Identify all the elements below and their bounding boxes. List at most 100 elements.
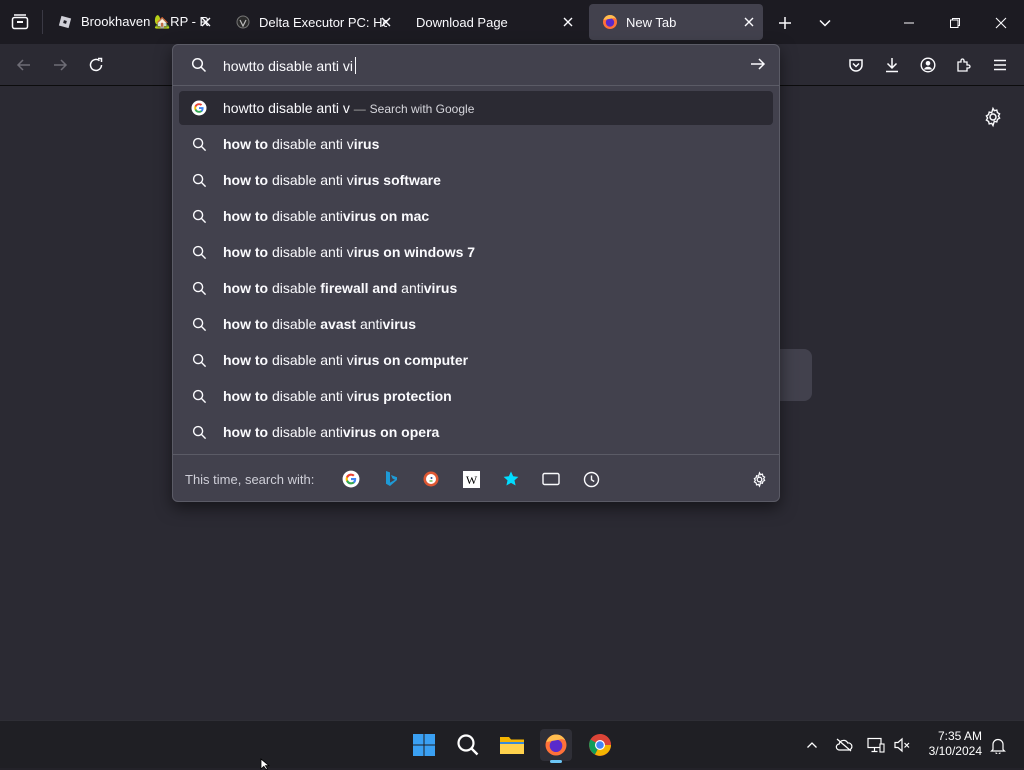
chrome-taskbar-button[interactable] xyxy=(584,729,616,761)
cloud-off-icon xyxy=(835,738,853,752)
suggestion-match-bold: how to xyxy=(223,316,269,332)
suggestion-match-bold: how to xyxy=(223,352,269,368)
suggestion-match-bold: virus on opera xyxy=(342,424,440,440)
duckduckgo-icon[interactable] xyxy=(422,470,440,488)
hamburger-menu-icon xyxy=(994,59,1006,71)
search-suggestion-heuristic[interactable]: howtto disable anti v — Search with Goog… xyxy=(179,91,773,125)
gear-icon xyxy=(985,106,1001,128)
bookmarks-star-icon[interactable] xyxy=(502,470,520,488)
new-tab-button[interactable] xyxy=(774,12,796,34)
suggestion-typed-part: anti xyxy=(397,280,424,296)
network-tray-icon[interactable] xyxy=(862,729,890,761)
roblox-icon xyxy=(57,14,73,30)
search-icon xyxy=(457,734,479,756)
show-hidden-icons-button[interactable] xyxy=(798,729,826,761)
suggestion-typed-part: disable anti v xyxy=(268,388,354,404)
urlbar xyxy=(173,45,779,85)
app-menu-button[interactable] xyxy=(988,53,1012,77)
suggestion-match-bold: virus xyxy=(423,280,458,296)
minimize-button[interactable] xyxy=(898,12,920,34)
search-suggestion[interactable]: how to disable anti virus xyxy=(179,127,773,161)
network-icon xyxy=(867,737,885,753)
tab-bar: Brookhaven 🏡RP - Roblox Delta Executor P… xyxy=(0,0,1024,44)
firefox-taskbar-button[interactable] xyxy=(540,729,572,763)
back-button[interactable] xyxy=(12,53,36,77)
windows-start-icon xyxy=(413,734,435,756)
puzzle-icon xyxy=(957,58,971,72)
firefox-icon xyxy=(602,14,618,30)
tab-new-tab[interactable]: New Tab xyxy=(589,4,763,40)
restore-icon xyxy=(950,18,960,28)
close-window-button[interactable] xyxy=(990,12,1012,34)
suggestion-match-bold: how to xyxy=(223,244,269,260)
search-icon xyxy=(191,208,207,224)
list-all-tabs-button[interactable] xyxy=(814,12,836,34)
firefox-icon xyxy=(545,734,567,756)
firefox-view-button[interactable] xyxy=(8,12,32,32)
tab-delta-executor[interactable]: Delta Executor PC: How to xyxy=(222,0,400,44)
pocket-button[interactable] xyxy=(844,53,868,77)
wikipedia-icon[interactable]: W xyxy=(462,470,480,488)
search-suggestion[interactable]: how to disable anti virus on windows 7 xyxy=(179,235,773,269)
search-icon xyxy=(191,388,207,404)
suggestion-typed-part: disable xyxy=(268,316,321,332)
search-icon xyxy=(191,136,207,152)
tab-download-page[interactable]: Download Page xyxy=(402,0,586,44)
search-suggestion[interactable]: how to disable antivirus on mac xyxy=(179,199,773,233)
suggestion-text: how to disable antivirus on opera xyxy=(223,424,439,440)
tabs-icon[interactable] xyxy=(542,470,560,488)
search-suggestion[interactable]: how to disable anti virus on computer xyxy=(179,343,773,377)
suggestion-match-bold: firewall and xyxy=(320,280,398,296)
suggestion-match-bold: how to xyxy=(223,136,269,152)
folder-icon xyxy=(500,737,524,754)
google-icon[interactable] xyxy=(342,470,360,488)
search-suggestion[interactable]: how to disable anti virus protection xyxy=(179,379,773,413)
customize-newtab-button[interactable] xyxy=(982,106,1004,128)
close-tab-icon[interactable] xyxy=(741,14,757,30)
search-suggestion[interactable]: how to disable firewall and antivirus xyxy=(179,271,773,305)
suggestion-match-bold: how to xyxy=(223,172,269,188)
restore-button[interactable] xyxy=(944,12,966,34)
search-icon xyxy=(191,352,207,368)
firefox-view-icon xyxy=(11,14,29,30)
file-explorer-button[interactable] xyxy=(496,729,528,761)
close-tab-icon[interactable] xyxy=(560,14,576,30)
bing-icon[interactable] xyxy=(382,470,400,488)
search-suggestion[interactable]: how to disable antivirus on opera xyxy=(179,415,773,449)
close-tab-icon[interactable] xyxy=(198,14,214,30)
notifications-button[interactable] xyxy=(984,729,1012,761)
system-clock[interactable]: 7:35 AM 3/10/2024 xyxy=(918,729,982,759)
suggestion-typed-part: disable anti xyxy=(268,424,343,440)
active-app-indicator xyxy=(550,760,562,763)
windows-taskbar: 7:35 AM 3/10/2024 xyxy=(0,720,1024,768)
account-button[interactable] xyxy=(916,53,940,77)
search-settings-gear-icon[interactable] xyxy=(750,470,768,488)
go-button[interactable] xyxy=(749,55,767,78)
close-tab-icon[interactable] xyxy=(378,14,394,30)
text-caret xyxy=(355,57,356,74)
tab-brookhaven[interactable]: Brookhaven 🏡RP - Roblox xyxy=(44,0,220,44)
suggestion-text: how to disable firewall and antivirus xyxy=(223,280,457,296)
suggestion-match-bold: virus xyxy=(382,316,417,332)
suggestion-text: how to disable anti virus on computer xyxy=(223,352,468,368)
forward-button[interactable] xyxy=(48,53,72,77)
reload-button[interactable] xyxy=(84,53,108,77)
onedrive-tray-icon[interactable] xyxy=(830,729,858,761)
extensions-button[interactable] xyxy=(952,53,976,77)
search-suggestion[interactable]: how to disable anti virus software xyxy=(179,163,773,197)
suggestion-typed-part: disable anti xyxy=(268,208,343,224)
start-button[interactable] xyxy=(408,729,440,761)
suggestion-typed-part: disable anti v xyxy=(268,136,354,152)
search-suggestion[interactable]: how to disable avast antivirus xyxy=(179,307,773,341)
suggestion-typed-part: anti xyxy=(356,316,383,332)
downloads-button[interactable] xyxy=(880,53,904,77)
history-icon[interactable] xyxy=(582,470,600,488)
taskbar-search-button[interactable] xyxy=(452,729,484,761)
suggestion-match-bold: virus on mac xyxy=(342,208,430,224)
suggestion-typed-part: disable anti v xyxy=(268,352,354,368)
divider xyxy=(173,85,779,86)
urlbar-input[interactable] xyxy=(223,56,723,76)
volume-tray-icon[interactable] xyxy=(888,729,916,761)
search-shortcuts-bar: This time, search with: W xyxy=(173,454,779,502)
bell-icon xyxy=(990,738,1006,754)
